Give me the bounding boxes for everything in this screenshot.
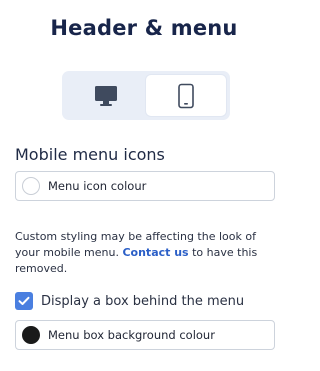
desktop-view-button[interactable] — [66, 75, 146, 116]
checkmark-icon — [18, 296, 30, 305]
menu-icon-colour-swatch[interactable] — [22, 177, 40, 195]
desktop-monitor-icon — [95, 85, 117, 106]
menu-box-checkbox-row[interactable]: Display a box behind the menu — [15, 292, 244, 310]
mobile-menu-icons-heading: Mobile menu icons — [15, 145, 165, 164]
display-box-checkbox-label: Display a box behind the menu — [41, 293, 245, 309]
menu-box-background-colour-picker[interactable]: Menu box background colour — [15, 320, 275, 350]
display-box-checkbox[interactable] — [15, 292, 33, 310]
menu-box-background-colour-label: Menu box background colour — [48, 328, 215, 342]
custom-styling-notice: Custom styling may be affecting the look… — [15, 229, 280, 277]
page-title: Header & menu — [50, 16, 238, 40]
menu-icon-colour-picker[interactable]: Menu icon colour — [15, 171, 275, 201]
mobile-phone-icon — [178, 83, 194, 108]
contact-us-link[interactable]: Contact us — [122, 246, 188, 259]
menu-box-background-colour-swatch[interactable] — [22, 326, 40, 344]
device-toggle — [62, 71, 230, 120]
menu-icon-colour-label: Menu icon colour — [48, 179, 147, 193]
mobile-view-button[interactable] — [146, 75, 226, 116]
